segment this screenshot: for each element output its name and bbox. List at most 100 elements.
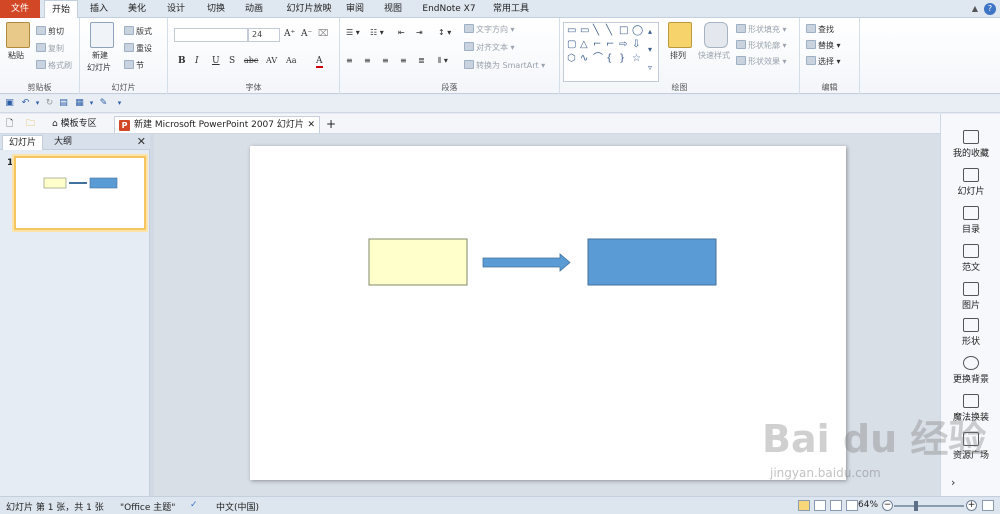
slideshow-view-icon[interactable] [846,500,858,511]
text-direction-button[interactable]: 文字方向 ▾ [464,24,515,35]
slide-sorter-view-icon[interactable] [814,500,826,511]
grow-font-button[interactable]: A⁺ [284,29,295,39]
shape-outline-button[interactable]: 形状轮廓 ▾ [736,40,787,51]
tab-transitions[interactable]: 切换 [198,0,234,18]
brace2-shape-icon[interactable]: } [619,54,625,64]
convert-smartart-button[interactable]: 转换为 SmartArt ▾ [464,60,545,71]
format-painter-button[interactable]: 格式刷 [36,60,72,71]
tab-file[interactable]: 文件 [0,0,40,18]
tab-slideshow[interactable]: 幻灯片放映 [278,0,340,18]
chevron-right-icon[interactable]: › [951,476,955,489]
shape-effects-button[interactable]: 形状效果 ▾ [736,56,787,67]
replace-button[interactable]: 替换 ▾ [806,40,841,51]
gallery-up-icon[interactable]: ▴ [648,27,652,37]
line-shape-icon-2[interactable]: ╲ [606,26,612,36]
normal-view-icon[interactable] [798,500,810,511]
line-shape-icon[interactable]: ╲ [593,26,599,36]
reset-button[interactable]: 重设 [124,43,152,54]
close-pane-icon[interactable]: ✕ [137,135,146,148]
tab-animations[interactable]: 动画 [236,0,272,18]
distribute-button[interactable]: ≣ [418,56,425,65]
add-tab-icon[interactable]: + [322,116,340,133]
select-button[interactable]: 选择 ▾ [806,56,841,67]
table-icon[interactable]: ▦ [74,98,85,109]
zoom-out-icon[interactable]: − [882,500,893,511]
gallery-more-icon[interactable]: ▿ [648,63,652,73]
oval-shape-icon[interactable]: ◯ [632,26,643,36]
textbox-shape-icon[interactable]: ▭ [567,26,576,36]
tab-beautify[interactable]: 美化 [120,0,154,18]
slides-item[interactable]: 幻灯片 [941,168,1000,197]
open-folder-icon[interactable]: 🗀 [22,116,40,133]
zoom-slider[interactable] [894,505,964,507]
align-right-button[interactable]: ≡ [382,56,389,65]
tab-home[interactable]: 开始 [44,0,78,19]
clear-format-button[interactable]: ⌧ [318,29,328,39]
ribbon-collapse-icon[interactable]: ▲ [972,4,978,13]
new-slide-button[interactable]: 新建 [92,50,108,61]
right-arrow-shape-icon[interactable]: ⇨ [619,40,627,50]
close-tab-icon[interactable]: ✕ [307,117,315,133]
new-doc-icon[interactable]: 🗋 [2,116,20,133]
tab-design[interactable]: 设计 [158,0,194,18]
triangle-shape-icon[interactable]: △ [580,40,588,50]
new-slide-icon[interactable] [90,22,114,48]
arrange-button[interactable]: 排列 [670,50,686,61]
bullets-button[interactable]: ☰ ▾ [346,28,360,37]
quick-styles-button[interactable]: 快速样式 [698,50,730,61]
shapes-gallery[interactable]: ▭ ▭ ╲ ╲ □ ◯ ▢ △ ⌐ ⌐ ⇨ ⇩ ⬡ ∿ ⌒ { } ☆ ▴ ▾ … [563,22,659,82]
tab-view[interactable]: 视图 [378,0,408,18]
gallery-down-icon[interactable]: ▾ [648,45,652,55]
language[interactable]: 中文(中国) [216,500,259,513]
decrease-indent-button[interactable]: ⇤ [398,28,405,37]
strikethrough-button[interactable]: abc [244,56,258,65]
vertical-textbox-shape-icon[interactable]: ▭ [580,26,589,36]
copy-button[interactable]: 复制 [36,43,64,54]
font-size-combo[interactable]: 24 [248,28,280,42]
arc-shape-icon[interactable]: ⌒ [593,54,603,64]
cut-button[interactable]: 剪切 [36,26,64,37]
zoom-slider-thumb[interactable] [914,501,918,511]
toc-item[interactable]: 目录 [941,206,1000,235]
find-button[interactable]: 查找 [806,24,834,35]
slide-thumbnail[interactable] [14,156,146,230]
layout-button[interactable]: 版式 [124,26,152,37]
curve-shape-icon[interactable]: ∿ [580,54,588,64]
section-button[interactable]: 节 [124,60,144,71]
save-icon[interactable]: ▣ [4,98,15,109]
hexagon-shape-icon[interactable]: ⬡ [567,54,576,64]
undo-dropdown-icon[interactable]: ▾ [32,98,43,109]
rounded-rect-shape-icon[interactable]: ▢ [567,40,576,50]
star-shape-icon[interactable]: ☆ [632,54,641,64]
zoom-level[interactable]: 64% [858,500,878,510]
paste-button[interactable]: 粘贴 [8,50,24,61]
increase-indent-button[interactable]: ⇥ [416,28,423,37]
fit-to-window-icon[interactable] [982,500,994,511]
columns-button[interactable]: ⫴ ▾ [438,56,448,66]
elbow-shape-icon[interactable]: ⌐ [593,40,601,50]
brace-shape-icon[interactable]: { [606,54,612,64]
char-spacing-button[interactable]: AV [266,56,277,65]
tab-outline[interactable]: 大纲 [48,135,78,150]
quick-styles-icon[interactable] [704,22,728,48]
line-spacing-button[interactable]: ↕ ▾ [438,28,451,37]
rectangle-shape-icon[interactable]: □ [619,26,628,36]
arrange-icon[interactable] [668,22,692,48]
help-icon[interactable]: ? [984,3,996,15]
tab-insert[interactable]: 插入 [82,0,116,18]
paste-icon[interactable] [6,22,30,48]
spellcheck-icon[interactable]: ✓ [190,500,198,510]
table-dropdown-icon[interactable]: ▾ [86,98,97,109]
change-case-button[interactable]: Aa [286,56,297,65]
justify-button[interactable]: ≡ [400,56,407,65]
shadow-button[interactable]: S [229,56,235,66]
down-arrow-shape-icon[interactable]: ⇩ [632,40,640,50]
pictures-item[interactable]: 图片 [941,282,1000,311]
reading-view-icon[interactable] [830,500,842,511]
slide[interactable] [250,146,846,480]
tab-endnote[interactable]: EndNote X7 [416,0,482,18]
undo-icon[interactable]: ↶ [20,98,31,109]
align-left-button[interactable]: ≡ [346,56,353,65]
zoom-in-icon[interactable]: + [966,500,977,511]
font-color-button[interactable]: A [316,56,323,68]
